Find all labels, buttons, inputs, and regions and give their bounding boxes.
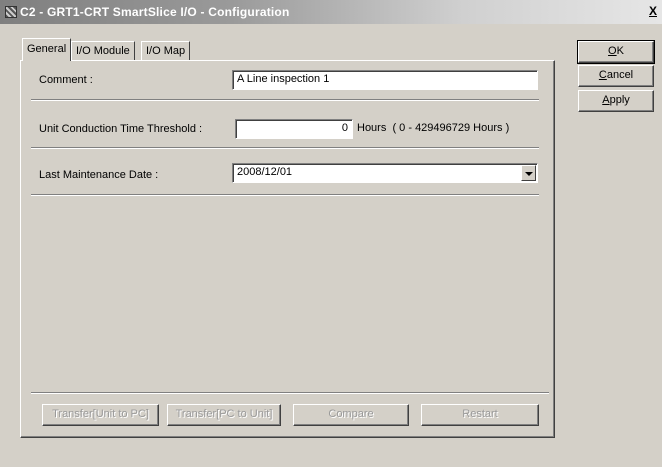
- config-dialog: C2 - GRT1-CRT SmartSlice I/O - Configura…: [0, 0, 662, 467]
- general-tab-panel: Comment : A Line inspection 1 Unit Condu…: [20, 60, 555, 438]
- threshold-field[interactable]: 0: [235, 119, 353, 139]
- separator: [31, 99, 539, 101]
- comment-field[interactable]: A Line inspection 1: [232, 70, 538, 90]
- threshold-label: Unit Conduction Time Threshold :: [39, 123, 203, 135]
- apply-button-label: pply: [609, 94, 630, 106]
- ok-button-label: K: [616, 45, 624, 57]
- separator: [31, 147, 539, 149]
- ok-button-accel: O: [608, 45, 617, 57]
- cancel-button-label: ancel: [606, 69, 634, 81]
- maintenance-date-picker[interactable]: 2008/12/01: [232, 163, 538, 183]
- apply-button-accel: A: [602, 94, 610, 106]
- comment-label: Comment :: [39, 74, 93, 86]
- threshold-unit-label: Hours ( 0 - 429496729 Hours ): [357, 122, 510, 134]
- tab-io-map[interactable]: I/O Map: [141, 41, 191, 61]
- separator: [31, 392, 549, 394]
- compare-button[interactable]: Compare: [293, 404, 409, 426]
- maintenance-date-label: Last Maintenance Date :: [39, 169, 159, 181]
- close-icon[interactable]: X: [646, 4, 660, 20]
- chevron-down-icon[interactable]: [521, 165, 536, 181]
- transfer-unit-to-pc-button[interactable]: Transfer[Unit to PC]: [42, 404, 159, 426]
- restart-button[interactable]: Restart: [421, 404, 539, 426]
- tab-general[interactable]: General: [22, 38, 72, 61]
- ok-button[interactable]: OK: [577, 40, 655, 64]
- title-bar[interactable]: C2 - GRT1-CRT SmartSlice I/O - Configura…: [0, 0, 662, 24]
- window-title: C2 - GRT1-CRT SmartSlice I/O - Configura…: [20, 5, 290, 19]
- app-icon: [5, 6, 17, 18]
- maintenance-date-value: 2008/12/01: [237, 166, 293, 178]
- cancel-button[interactable]: Cancel: [578, 65, 654, 87]
- transfer-pc-to-unit-button[interactable]: Transfer[PC to Unit]: [167, 404, 281, 426]
- tab-io-module[interactable]: I/O Module: [71, 41, 135, 61]
- separator: [31, 194, 539, 196]
- cancel-button-accel: C: [598, 69, 607, 81]
- apply-button[interactable]: Apply: [578, 90, 654, 112]
